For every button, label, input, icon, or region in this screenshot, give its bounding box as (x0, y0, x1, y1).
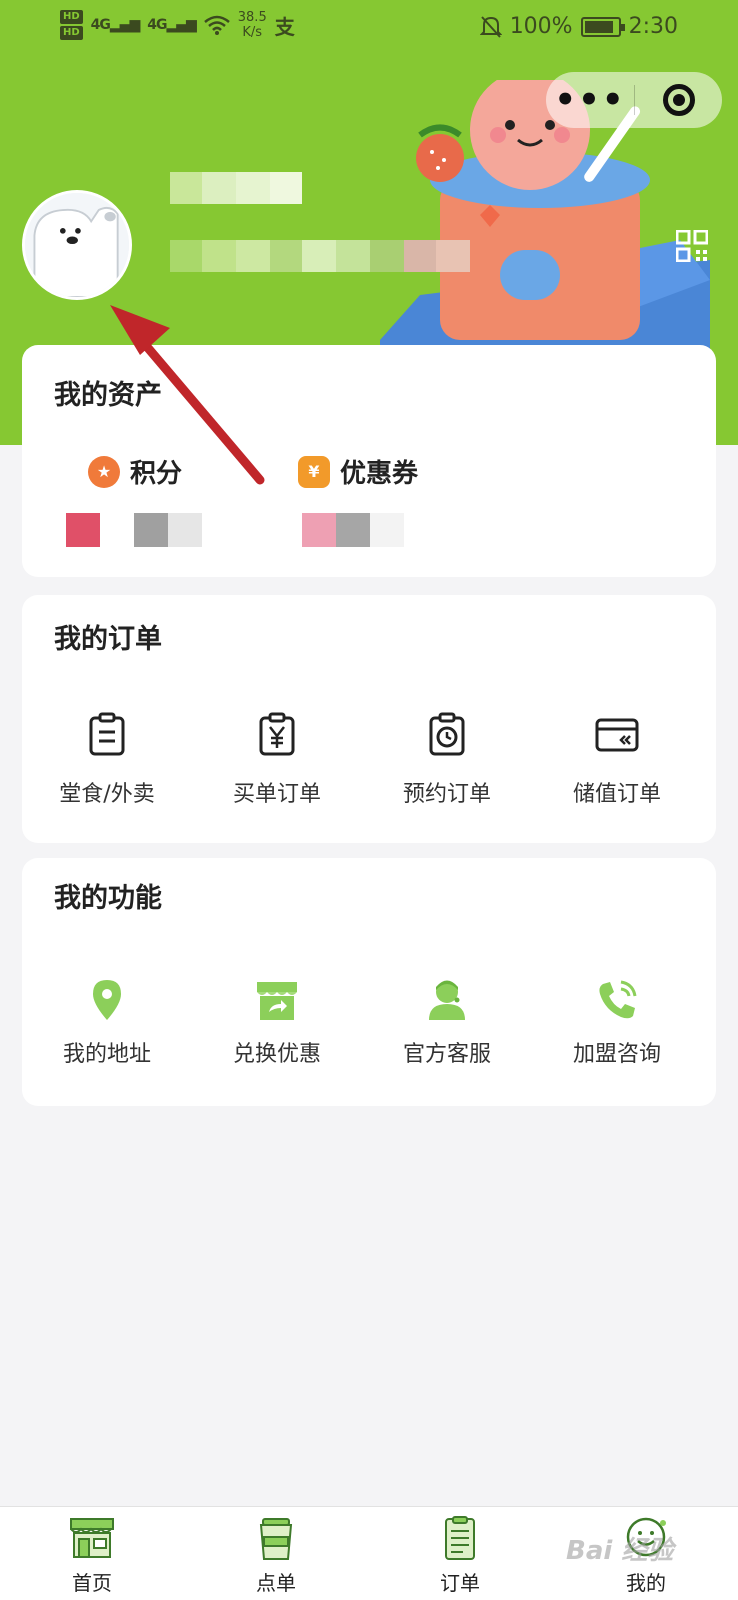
func-label: 加盟咨询 (572, 1042, 661, 1067)
func-franchise[interactable]: 加盟咨询 (542, 976, 692, 1068)
orders-card: 我的订单 堂食/外卖 买单订单 预约订单 储值订单 (22, 595, 716, 843)
mute-bell-icon (479, 15, 502, 38)
hd-indicator: HD HD (60, 10, 83, 40)
status-bar: HD HD 4G▂▄▆ 4G▂▄▆ 38.5 K/s 支 100% 2:30 (0, 0, 738, 58)
avatar[interactable] (22, 190, 132, 300)
battery-percent: 100% (509, 14, 573, 39)
net-speed: 38.5 K/s (237, 10, 267, 40)
nav-label: 点单 (256, 1571, 296, 1595)
nav-label: 首页 (72, 1571, 112, 1595)
functions-title: 我的功能 (54, 883, 162, 914)
more-button[interactable]: ••• (546, 83, 634, 117)
order-reservation[interactable]: 预约订单 (372, 710, 522, 808)
phone-call-icon (599, 980, 637, 1019)
yen-clipboard-icon (259, 712, 295, 756)
hd-badge-1: HD (60, 10, 83, 24)
func-label: 官方客服 (402, 1042, 491, 1067)
wallet-card-icon (595, 718, 639, 752)
order-payment[interactable]: 买单订单 (202, 710, 352, 808)
polar-bear-avatar (25, 193, 129, 297)
clock-time: 2:30 (628, 14, 678, 39)
func-address[interactable]: 我的地址 (32, 976, 182, 1068)
order-dine-in[interactable]: 堂食/外卖 (32, 710, 182, 808)
target-close-icon (662, 84, 695, 116)
baidu-watermark: Bai 经验 (566, 1536, 674, 1566)
functions-card: 我的功能 我的地址 兑换优惠 官方客服 加盟咨询 (22, 858, 716, 1106)
close-button[interactable] (635, 84, 722, 116)
coupon-entry[interactable]: ¥ 优惠券 (298, 453, 418, 490)
nav-home[interactable]: 首页 (32, 1515, 152, 1596)
func-label: 我的地址 (62, 1042, 151, 1067)
func-label: 兑换优惠 (232, 1042, 321, 1067)
cup-icon (259, 1518, 293, 1560)
nav-order-food[interactable]: 点单 (216, 1515, 336, 1596)
annotation-arrow (110, 305, 265, 485)
clock-clipboard-icon (429, 712, 465, 756)
qr-code-icon[interactable] (676, 230, 708, 262)
wifi-icon (203, 15, 230, 35)
customer-service-icon (429, 980, 465, 1020)
store-exchange-icon (257, 982, 297, 1020)
username-redacted (170, 172, 302, 204)
nav-label: 我的 (626, 1571, 666, 1595)
nav-orders[interactable]: 订单 (400, 1515, 520, 1596)
receipt-icon (445, 1516, 475, 1560)
order-label: 堂食/外卖 (59, 782, 155, 807)
func-exchange[interactable]: 兑换优惠 (202, 976, 352, 1068)
storefront-icon (70, 1518, 114, 1558)
coupon-label: 优惠券 (340, 459, 419, 489)
signal-icon: 4G▂▄▆ (90, 17, 141, 33)
points-value-redacted (66, 513, 202, 547)
hd-badge-2: HD (60, 26, 83, 40)
location-pin-icon (93, 980, 121, 1020)
func-customer-service[interactable]: 官方客服 (372, 976, 522, 1068)
coupon-icon: ¥ (298, 455, 330, 488)
nav-label: 订单 (440, 1571, 480, 1595)
battery-icon (580, 16, 625, 37)
order-label: 买单订单 (232, 782, 321, 807)
mini-program-capsule: ••• (546, 72, 722, 128)
signal-icon-2: 4G▂▄▆ (147, 17, 197, 33)
order-label: 储值订单 (572, 782, 661, 807)
coupon-value-redacted (302, 513, 404, 547)
order-label: 预约订单 (402, 782, 491, 807)
order-stored-value[interactable]: 储值订单 (542, 710, 692, 808)
orders-title: 我的订单 (54, 624, 162, 655)
clipboard-icon (89, 712, 125, 756)
alipay-icon: 支 (274, 14, 295, 39)
user-id-redacted (170, 240, 470, 272)
